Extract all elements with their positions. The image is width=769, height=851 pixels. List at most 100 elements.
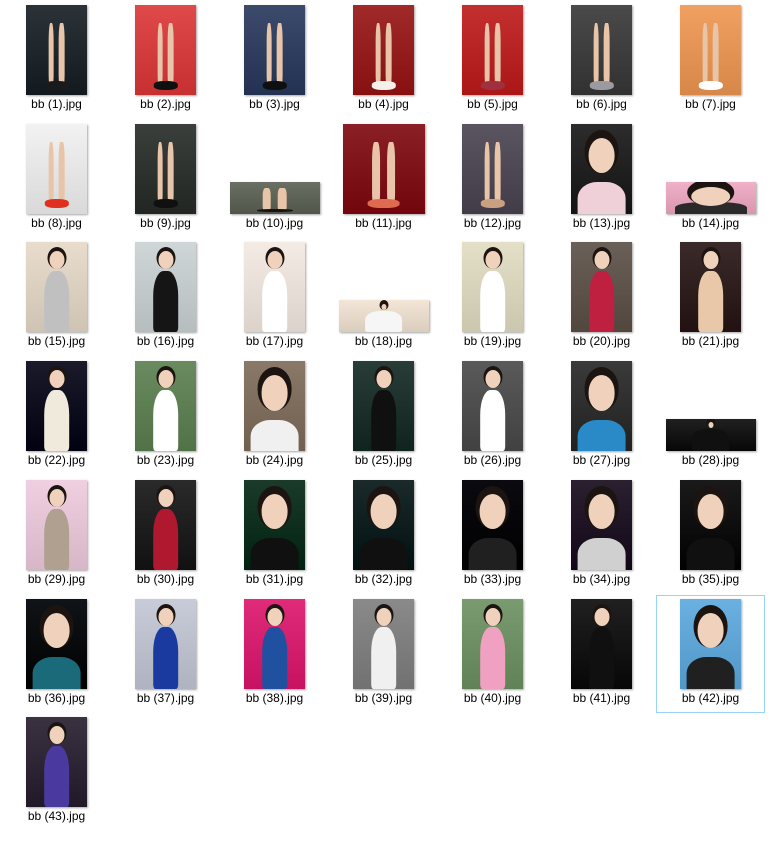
image-thumbnail[interactable] [680,5,741,95]
file-item[interactable]: bb (36).jpg [2,595,111,713]
image-thumbnail[interactable] [462,5,523,95]
image-thumbnail[interactable] [135,5,196,95]
file-item[interactable]: bb (42).jpg [656,594,765,713]
image-thumbnail[interactable] [680,242,741,333]
file-item[interactable]: bb (17).jpg [220,238,329,356]
image-thumbnail[interactable] [26,5,87,95]
file-item[interactable]: bb (16).jpg [111,238,220,356]
file-item[interactable]: bb (21).jpg [656,238,765,356]
file-item[interactable]: bb (37).jpg [111,595,220,713]
image-thumbnail[interactable] [665,181,756,214]
file-name-label: bb (31).jpg [245,571,304,586]
image-thumbnail[interactable] [135,479,196,570]
file-name-label: bb (39).jpg [354,690,413,705]
photo-subject [591,23,612,86]
photo-subject-face [697,612,724,648]
file-item[interactable]: bb (29).jpg [2,476,111,594]
image-thumbnail[interactable] [353,598,414,689]
file-item[interactable]: bb (19).jpg [438,238,547,356]
file-item[interactable]: bb (5).jpg [438,1,547,119]
image-thumbnail[interactable] [135,361,196,452]
file-item[interactable]: bb (8).jpg [2,120,111,238]
image-thumbnail[interactable] [244,361,305,452]
image-thumbnail[interactable] [462,361,523,452]
file-item[interactable]: bb (31).jpg [220,476,329,594]
image-thumbnail[interactable] [342,123,425,214]
file-item[interactable]: bb (26).jpg [438,357,547,475]
image-thumbnail[interactable] [135,598,196,689]
file-item[interactable]: bb (33).jpg [438,476,547,594]
image-thumbnail[interactable] [135,242,196,333]
file-item[interactable]: bb (39).jpg [329,595,438,713]
file-item[interactable]: bb (40).jpg [438,595,547,713]
file-item[interactable]: bb (15).jpg [2,238,111,356]
file-item[interactable]: bb (9).jpg [111,120,220,238]
file-item[interactable]: bb (35).jpg [656,476,765,594]
file-item[interactable]: bb (7).jpg [656,1,765,119]
image-thumbnail[interactable] [244,242,305,333]
image-thumbnail[interactable] [571,123,632,214]
image-thumbnail[interactable] [244,479,305,570]
file-item[interactable]: bb (30).jpg [111,476,220,594]
image-thumbnail[interactable] [665,419,756,452]
image-thumbnail[interactable] [244,5,305,95]
file-item[interactable]: bb (23).jpg [111,357,220,475]
file-item[interactable]: bb (22).jpg [2,357,111,475]
file-item[interactable]: bb (6).jpg [547,1,656,119]
image-thumbnail[interactable] [26,598,87,689]
file-item[interactable]: bb (20).jpg [547,238,656,356]
file-item[interactable]: bb (4).jpg [329,1,438,119]
file-item[interactable]: bb (10).jpg [220,120,329,238]
image-thumbnail[interactable] [26,242,87,333]
image-thumbnail[interactable] [462,123,523,214]
file-item[interactable]: bb (1).jpg [2,1,111,119]
image-thumbnail[interactable] [26,717,87,808]
file-item[interactable]: bb (27).jpg [547,357,656,475]
file-item[interactable]: bb (3).jpg [220,1,329,119]
image-thumbnail[interactable] [462,242,523,333]
image-thumbnail[interactable] [26,123,87,214]
image-thumbnail[interactable] [571,5,632,95]
thumbnail-frame [548,121,655,214]
image-thumbnail[interactable] [338,300,429,333]
image-thumbnail[interactable] [680,479,741,570]
file-item[interactable]: bb (34).jpg [547,476,656,594]
file-name-label: bb (16).jpg [136,334,195,349]
photo-subject [46,141,67,205]
image-thumbnail[interactable] [244,598,305,689]
image-thumbnail[interactable] [680,598,741,689]
thumbnail-frame [657,2,764,95]
file-item[interactable]: bb (14).jpg [656,120,765,238]
file-item[interactable]: bb (25).jpg [329,357,438,475]
file-item[interactable]: bb (11).jpg [329,120,438,238]
image-thumbnail[interactable] [462,598,523,689]
file-item[interactable]: bb (32).jpg [329,476,438,594]
file-item[interactable]: bb (43).jpg [2,713,111,831]
image-thumbnail[interactable] [26,479,87,570]
file-item[interactable]: bb (41).jpg [547,595,656,713]
file-item[interactable]: bb (38).jpg [220,595,329,713]
file-item[interactable]: bb (18).jpg [329,238,438,356]
image-thumbnail[interactable] [26,361,87,452]
photo-subject-face [158,370,173,389]
image-thumbnail[interactable] [571,598,632,689]
image-thumbnail[interactable] [571,361,632,452]
image-thumbnail[interactable] [135,123,196,214]
image-thumbnail[interactable] [462,479,523,570]
image-thumbnail[interactable] [229,181,320,214]
photo-subject-face [261,375,288,411]
file-item[interactable]: bb (28).jpg [656,357,765,475]
thumbnail-frame [657,358,764,452]
file-item[interactable]: bb (2).jpg [111,1,220,119]
photo-subject-shoes [589,80,614,90]
file-item[interactable]: bb (13).jpg [547,120,656,238]
image-thumbnail[interactable] [571,479,632,570]
image-thumbnail[interactable] [353,5,414,95]
photo-subject [482,23,503,86]
image-thumbnail[interactable] [353,479,414,570]
image-thumbnail[interactable] [353,361,414,452]
image-thumbnail[interactable] [571,242,632,333]
file-name-label: bb (29).jpg [27,571,86,586]
file-item[interactable]: bb (24).jpg [220,357,329,475]
file-item[interactable]: bb (12).jpg [438,120,547,238]
